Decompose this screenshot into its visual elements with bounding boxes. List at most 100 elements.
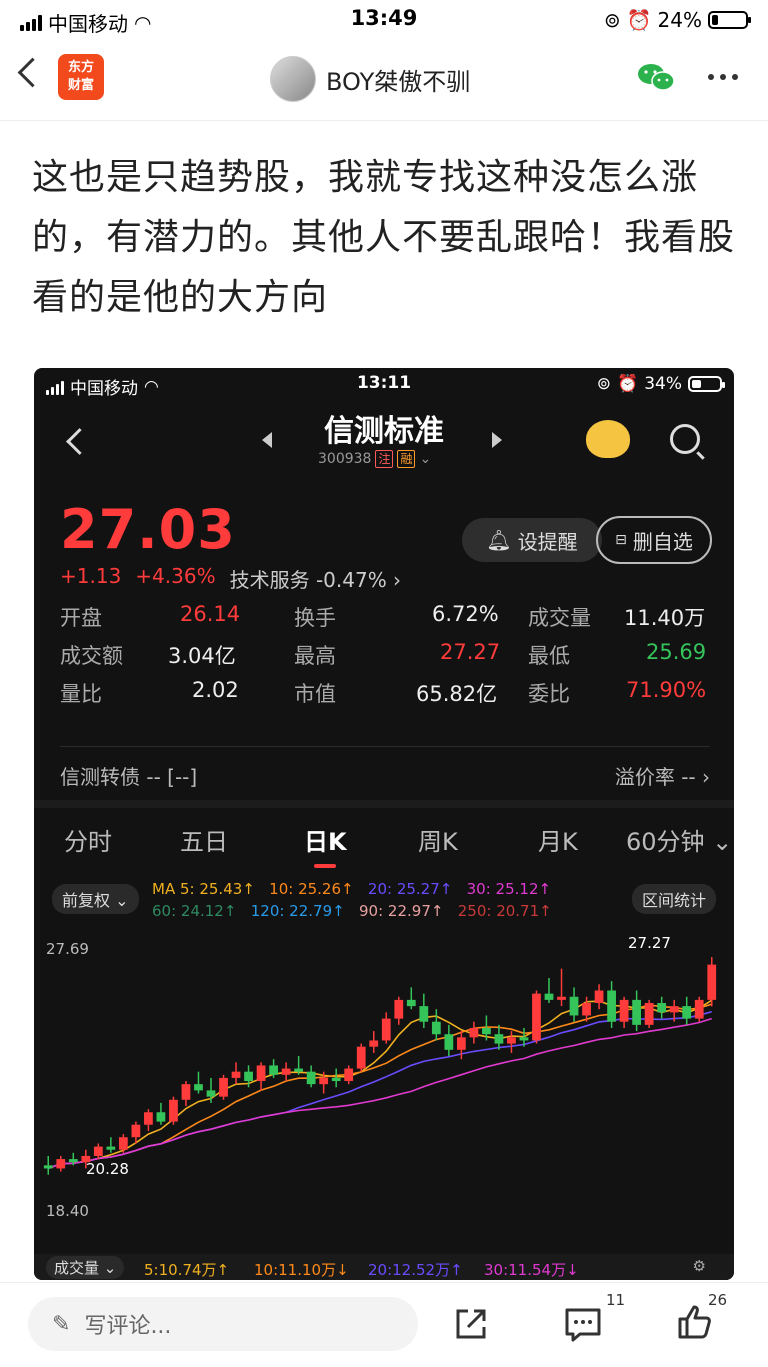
vol10-label: 10:11.10万↓ [254,1261,349,1279]
settings-icon[interactable]: ⚙︎ [693,1257,706,1275]
candle-body [394,999,404,1019]
post-header: 东方 财富 BOY桀傲不驯 [0,40,768,121]
back-icon[interactable] [17,57,48,88]
candlestick-chart[interactable]: 27.69 18.40 20.28 27.27 [34,934,734,1244]
stat-amount-value: 3.04亿 [168,644,236,668]
bond-label: 信测转债 -- [--] [60,765,198,789]
mascot-icon[interactable] [586,420,630,458]
candle-body [507,1037,516,1044]
vol5-label: 5:10.74万↑ [144,1261,230,1279]
candle-body [694,999,704,1019]
candle-body [256,1065,266,1082]
battery-icon [708,11,751,29]
sector-link[interactable]: 技术服务 -0.47% › [230,564,401,593]
candle-body [306,1071,316,1085]
stat-open: 开盘 [60,606,102,630]
candle-body [344,1068,354,1082]
search-icon[interactable] [670,424,700,454]
premium-rate: 溢价率 -- › [614,765,710,789]
candle-body [519,1037,529,1041]
tab-weekly-k[interactable]: 周K [418,822,458,857]
candle-body [331,1077,341,1082]
stat-high-value: 27.27 [440,640,501,664]
tab-five-day[interactable]: 五日 [180,822,228,857]
stat-market-cap: 市值 [294,682,336,706]
volume-dropdown[interactable]: 成交量 ⌄ [46,1256,125,1279]
inner-alarm-icon: ⏰ [617,374,639,394]
candle-body [569,996,579,1016]
candle-body [532,993,541,1041]
high-marker: 27.27 [628,934,671,952]
more-icon[interactable] [708,74,738,80]
candle-body [194,1084,203,1091]
candle-body [406,999,416,1007]
ma60-label: 60: 24.12↑ [152,902,237,920]
candle-body [657,1002,667,1013]
stat-volume-value: 11.40万 [624,606,706,630]
stock-screenshot[interactable]: 中国移动 ◠ 13:11 ⊚ ⏰ 34% 信测标准 300938 注 融 ⌄ 2… [34,368,734,1280]
post-content: 这也是只趋势股，我就专找这种没怎么涨的，有潜力的。其他人不要乱跟哈！我看股看的是… [32,157,736,318]
vol20-label: 20:12.52万↑ [368,1261,463,1279]
y-min-label: 18.40 [46,1202,89,1220]
comment-placeholder: 写评论... [84,1314,172,1339]
status-bar: 中国移动 ◠ 13:49 ⊚ ⏰ 24% [0,0,768,40]
convertible-bond-row[interactable]: 信测转债 -- [--] 溢价率 -- › [60,746,710,790]
candle-body [419,1006,429,1022]
candle-body [444,1034,454,1050]
battery-percent: 24% [657,8,702,32]
candle-body [682,1006,692,1019]
ma10-label: 10: 25.26↑ [269,880,354,898]
candle-body [707,964,717,1000]
username[interactable]: BOY桀傲不驯 [326,62,470,97]
candle-body [582,1002,591,1016]
share-icon[interactable] [454,1307,488,1341]
candle-body [544,993,554,1000]
tab-monthly-k[interactable]: 月K [538,822,578,857]
candle-body [482,1027,491,1035]
candle-body [106,1146,116,1150]
low-marker: 20.28 [86,1160,129,1178]
range-stats-button[interactable]: 区间统计 [631,884,716,914]
comment-count: 11 [606,1291,626,1309]
active-tab-indicator [314,864,336,868]
candle-body [456,1037,466,1050]
stat-high: 最高 [294,644,336,668]
candle-body [369,1040,379,1047]
candle-body [169,1099,178,1122]
tab-intraday[interactable]: 分时 [64,822,112,857]
comment-icon[interactable] [564,1307,602,1343]
chevron-down-icon[interactable]: ⌄ [419,451,431,467]
bottom-action-bar: ✎ 写评论... 11 26 [0,1282,768,1367]
inner-battery-percent: 34% [644,374,682,394]
margin-tag: 融 [397,450,416,468]
ma-legend: 前复权 ⌄ MA 5: 25.43↑ 10: 25.26↑ 20: 25.27↑… [34,874,734,934]
pencil-icon: ✎ [52,1311,71,1337]
set-reminder-button[interactable]: 🔔︎ 设提醒 [462,518,602,562]
stat-low-value: 25.69 [646,640,707,664]
wechat-share-icon[interactable] [636,62,676,92]
adjust-dropdown[interactable]: 前复权 ⌄ [52,884,139,914]
stat-open-value: 26.14 [180,602,241,626]
ma120-label: 120: 22.79↑ [250,902,345,920]
candle-body [319,1077,329,1085]
chart-period-tabs: 分时 五日 日K 周K 月K 60分钟 ⌄ [34,800,734,870]
candle-body [356,1046,366,1069]
candle-body [381,1018,391,1041]
stock-header: 信测标准 300938 注 融 ⌄ [34,402,734,492]
candle-body [669,1006,679,1013]
tab-daily-k[interactable]: 日K [304,822,347,857]
candle-body [56,1159,66,1169]
stat-order-ratio: 委比 [528,682,570,706]
stat-volume-ratio-value: 2.02 [192,678,239,702]
candle-body [269,1065,278,1075]
candle-body [81,1155,91,1163]
comment-input[interactable]: ✎ 写评论... [28,1297,418,1351]
avatar[interactable] [270,56,316,102]
y-max-label: 27.69 [46,940,89,958]
tab-60min[interactable]: 60分钟 ⌄ [626,822,732,857]
price-change: +1.13 [60,564,122,588]
minus-box-icon: ⊟ [615,532,627,548]
price-change-percent: +4.36% [135,564,216,588]
remove-watchlist-button[interactable]: ⊟ 删自选 [596,516,712,564]
next-stock-icon[interactable] [492,432,502,448]
